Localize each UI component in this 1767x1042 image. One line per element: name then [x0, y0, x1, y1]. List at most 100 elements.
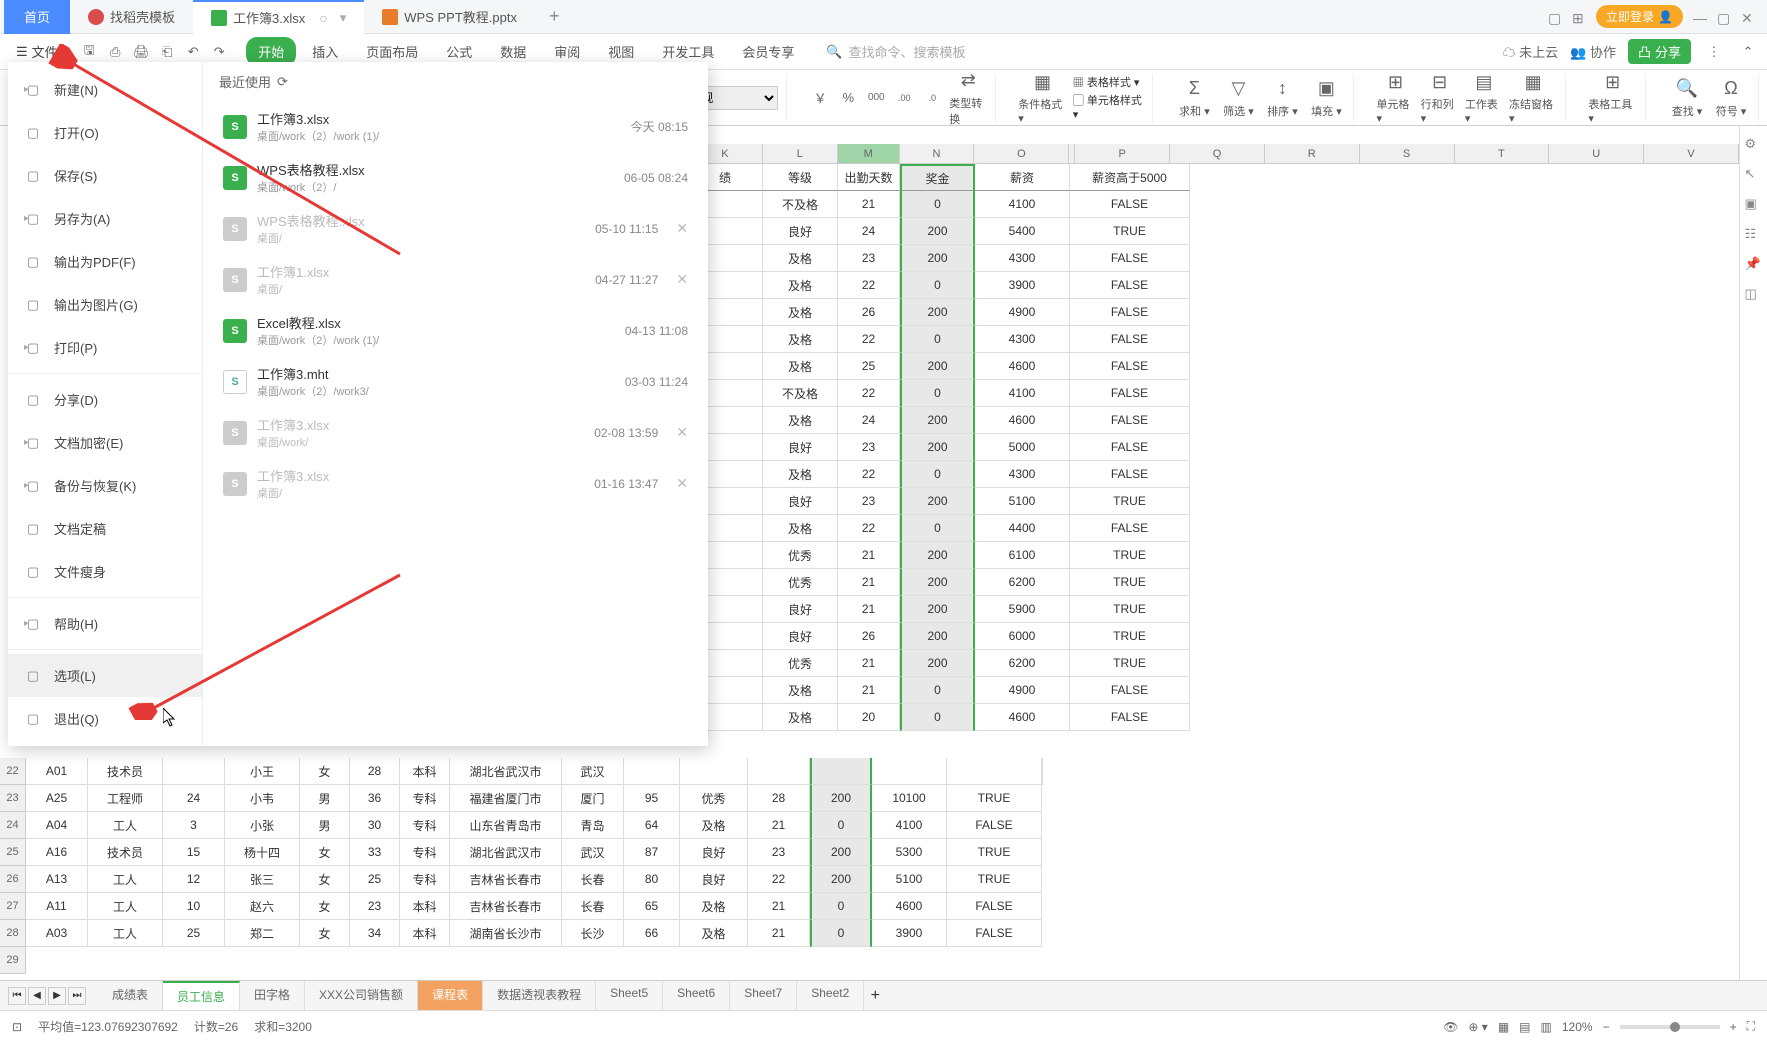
cell[interactable]: 4400: [975, 515, 1070, 542]
cell[interactable]: 22: [838, 380, 900, 407]
cell[interactable]: 0: [900, 515, 975, 542]
close-icon[interactable]: ○: [319, 10, 327, 26]
share-button[interactable]: 凸分享: [1628, 39, 1691, 64]
cell[interactable]: 0: [900, 380, 975, 407]
col-header-S[interactable]: S: [1360, 144, 1455, 163]
cell[interactable]: A25: [26, 785, 88, 812]
cell[interactable]: FALSE: [1070, 245, 1190, 272]
cell[interactable]: FALSE: [1070, 677, 1190, 704]
focus-icon[interactable]: ⊕ ▾: [1468, 1020, 1487, 1034]
sheet-tab[interactable]: Sheet5: [596, 981, 663, 1010]
cell[interactable]: 24: [163, 785, 225, 812]
cell[interactable]: 专科: [400, 812, 450, 839]
cell[interactable]: 21: [838, 650, 900, 677]
row-number[interactable]: 27: [0, 893, 26, 920]
cell[interactable]: 21: [748, 920, 810, 947]
apps-icon[interactable]: ⊞: [1572, 10, 1586, 24]
cell[interactable]: 优秀: [763, 569, 838, 596]
sheet-next[interactable]: ▶: [48, 987, 66, 1005]
cell[interactable]: A11: [26, 893, 88, 920]
cell[interactable]: ⊞单元格 ▾: [1376, 70, 1414, 125]
cell[interactable]: 男: [300, 785, 350, 812]
cell[interactable]: A04: [26, 812, 88, 839]
file-menu-item-7[interactable]: ▢分享(D): [8, 378, 202, 421]
cell[interactable]: TRUE: [1070, 488, 1190, 515]
cell[interactable]: 女: [300, 758, 350, 785]
tool-icon-1[interactable]: ⚙: [1745, 136, 1763, 154]
cell[interactable]: 0: [900, 677, 975, 704]
zoom-out[interactable]: −: [1603, 1020, 1610, 1034]
cell[interactable]: 长沙: [562, 920, 624, 947]
cell[interactable]: 湖南省长沙市: [450, 920, 562, 947]
symbol[interactable]: Ω符号 ▾: [1712, 77, 1750, 119]
cell[interactable]: 6200: [975, 569, 1070, 596]
command-search[interactable]: 🔍查找命令、搜索模板: [826, 42, 965, 61]
cell[interactable]: FALSE: [947, 920, 1042, 947]
cell[interactable]: 赵六: [225, 893, 300, 920]
cell[interactable]: [947, 758, 1042, 785]
remove-recent-icon[interactable]: ✕: [676, 220, 688, 237]
table-header-cell[interactable]: 薪资高于5000: [1070, 164, 1190, 191]
cell[interactable]: 22: [838, 326, 900, 353]
cell[interactable]: [748, 758, 810, 785]
sheet-last[interactable]: ⏭: [68, 987, 86, 1005]
find[interactable]: 🔍查找 ▾: [1668, 77, 1706, 119]
tool-icon-4[interactable]: ☷: [1745, 226, 1763, 244]
cell[interactable]: 200: [900, 596, 975, 623]
cell[interactable]: 5100: [872, 866, 947, 893]
cell[interactable]: 本科: [400, 893, 450, 920]
table-header-cell[interactable]: 出勤天数: [838, 164, 900, 191]
col-header-O[interactable]: O: [974, 144, 1069, 163]
sheet-first[interactable]: ⏮: [8, 987, 26, 1005]
cell[interactable]: FALSE: [1070, 326, 1190, 353]
cell[interactable]: 22: [838, 515, 900, 542]
row-number[interactable]: 22: [0, 758, 26, 785]
cell[interactable]: 25: [163, 920, 225, 947]
tab-ppt[interactable]: WPS PPT教程.pptx: [364, 0, 535, 34]
recent-file-item[interactable]: SExcel教程.xlsx桌面/work（2）/work (1)/04-13 1…: [219, 305, 692, 356]
tab-template[interactable]: 找稻壳模板: [70, 0, 193, 34]
table-header-cell[interactable]: 薪资: [975, 164, 1070, 191]
cell[interactable]: FALSE: [1070, 407, 1190, 434]
cell[interactable]: 5300: [872, 839, 947, 866]
cell[interactable]: FALSE: [1070, 461, 1190, 488]
dec-dec-icon[interactable]: .0: [923, 89, 941, 107]
filter[interactable]: ▽筛选 ▾: [1219, 77, 1257, 119]
cell[interactable]: 专科: [400, 785, 450, 812]
rowcol[interactable]: ⊟行和列 ▾: [1421, 70, 1459, 125]
cell[interactable]: 22: [838, 461, 900, 488]
cell[interactable]: 4300: [975, 326, 1070, 353]
zoom-slider[interactable]: [1620, 1025, 1720, 1029]
remove-recent-icon[interactable]: ✕: [676, 475, 688, 492]
cell[interactable]: 28: [748, 785, 810, 812]
cell[interactable]: 64: [624, 812, 680, 839]
tab-menu-icon[interactable]: ▾: [340, 10, 347, 26]
cell[interactable]: A01: [26, 758, 88, 785]
cell[interactable]: 工程师: [88, 785, 163, 812]
cell[interactable]: 5400: [975, 218, 1070, 245]
cell[interactable]: 湖北省武汉市: [450, 758, 562, 785]
cell[interactable]: 5000: [975, 434, 1070, 461]
cell[interactable]: 郑二: [225, 920, 300, 947]
cell[interactable]: 4600: [975, 353, 1070, 380]
cell[interactable]: A03: [26, 920, 88, 947]
cell[interactable]: 小王: [225, 758, 300, 785]
row-number[interactable]: 24: [0, 812, 26, 839]
cell[interactable]: 21: [838, 542, 900, 569]
cell[interactable]: 及格: [763, 299, 838, 326]
cell[interactable]: 5900: [975, 596, 1070, 623]
cell[interactable]: 200: [900, 245, 975, 272]
cell[interactable]: 专科: [400, 866, 450, 893]
file-menu-item-10[interactable]: ▢文档定稿: [8, 507, 202, 550]
cell[interactable]: 吉林省长春市: [450, 893, 562, 920]
tool-icon-3[interactable]: ▣: [1745, 196, 1763, 214]
cell[interactable]: [1042, 758, 1043, 785]
cell[interactable]: 24: [838, 218, 900, 245]
col-header-Q[interactable]: Q: [1170, 144, 1265, 163]
cell[interactable]: 22: [748, 866, 810, 893]
sheet-tab[interactable]: Sheet7: [730, 981, 797, 1010]
sheet-tab[interactable]: 数据透视表教程: [483, 981, 596, 1010]
cell[interactable]: 200: [810, 866, 872, 893]
table-header-cell[interactable]: 奖金: [900, 164, 975, 191]
sort[interactable]: ↕排序 ▾: [1263, 77, 1301, 119]
